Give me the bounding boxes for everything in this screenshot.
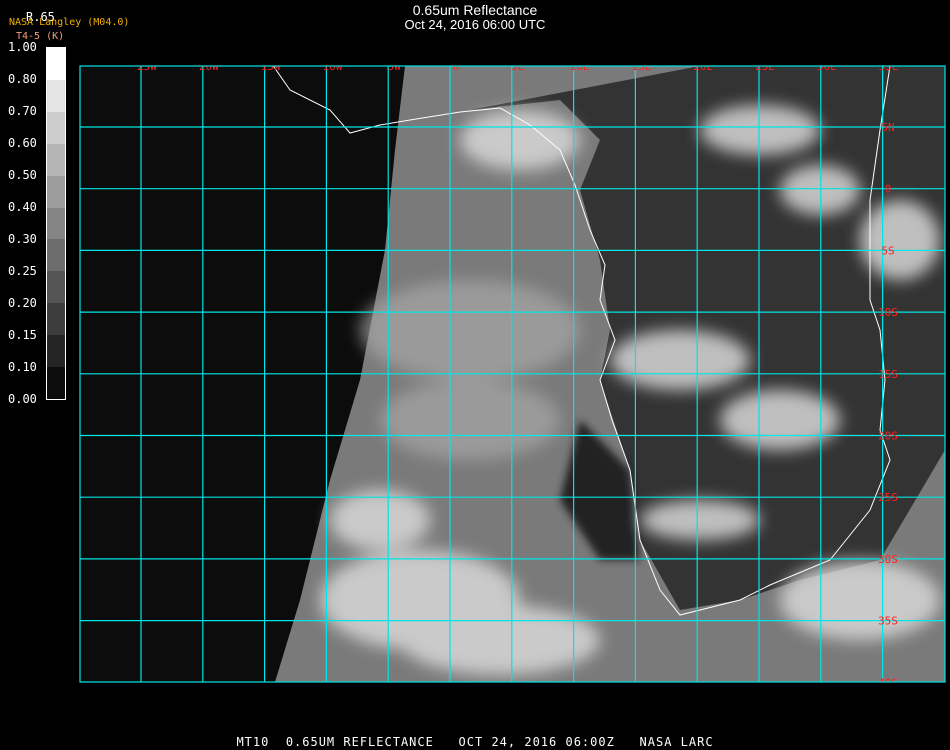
colorbar-label: 0.00 <box>8 392 37 406</box>
colorbar <box>46 47 66 400</box>
colorbar-label: 1.00 <box>8 40 37 54</box>
footer-time: OCT 24, 2016 06:00Z <box>458 735 615 749</box>
colorbar-band <box>47 48 65 80</box>
colorbar-label: 0.30 <box>8 232 37 246</box>
colorbar-label: 0.40 <box>8 200 37 214</box>
colorbar-band <box>47 367 65 399</box>
latitude-label: 15S <box>878 368 898 381</box>
colorbar-label: 0.60 <box>8 136 37 150</box>
colorbar-label: 0.50 <box>8 168 37 182</box>
colorbar-band <box>47 111 65 144</box>
latitude-label: 40S <box>878 676 898 689</box>
latitude-label: 5S <box>881 244 894 257</box>
latitude-label: 20S <box>878 430 898 443</box>
colorbar-band <box>47 239 65 272</box>
colorbar-label: 0.80 <box>8 72 37 86</box>
latitude-label: 0 <box>885 183 892 196</box>
colorbar-band <box>47 143 65 176</box>
colorbar-label: 0.70 <box>8 104 37 118</box>
colorbar-label: 0.15 <box>8 328 37 342</box>
colorbar-label: 0.20 <box>8 296 37 310</box>
latitude-label: 25S <box>878 491 898 504</box>
colorbar-label: 0.25 <box>8 264 37 278</box>
colorbar-band <box>47 335 65 368</box>
colorbar-band <box>47 303 65 336</box>
colorbar-band <box>47 175 65 208</box>
latitude-label: 5N <box>881 121 894 134</box>
latitude-label: 35S <box>878 615 898 628</box>
footer-product: 0.65UM REFLECTANCE <box>285 735 434 749</box>
colorbar-band <box>47 207 65 240</box>
colorbar-label: 0.10 <box>8 360 37 374</box>
footer-satellite: MT10 <box>236 735 270 749</box>
latitude-label: 10S <box>878 306 898 319</box>
provider-label: NASA Langley (M04.0) <box>9 17 130 28</box>
footer-org: NASA LARC <box>639 735 714 749</box>
colorbar-band <box>47 271 65 304</box>
satellite-map: 25W 20W 15W 10W 5W 0 5E 10E 15E 20E 25E 30E 35E 5N05… <box>79 65 946 689</box>
colorbar-band <box>47 79 65 112</box>
latitude-label: 30S <box>878 553 898 566</box>
footer-caption: MT10 0.65UM REFLECTANCE OCT 24, 2016 06:… <box>0 735 950 749</box>
